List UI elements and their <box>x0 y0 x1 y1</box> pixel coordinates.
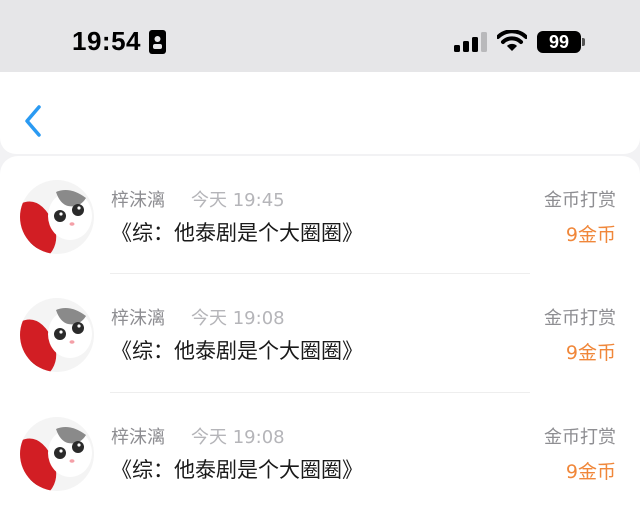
battery-cap <box>582 38 585 46</box>
cat-avatar-icon <box>20 180 94 254</box>
list-item[interactable]: 梓沫漓 今天 19:08 《综：他泰剧是个大圈圈》 金币打赏 9金币 <box>0 393 640 511</box>
reward-amount: 9金币 <box>565 461 616 483</box>
book-title: 《综：他泰剧是个大圈圈》 <box>111 458 363 482</box>
cat-avatar-icon <box>20 298 94 372</box>
cellular-signal-icon <box>454 32 487 52</box>
avatar[interactable] <box>20 180 94 254</box>
chevron-left-icon[interactable] <box>22 104 44 138</box>
list-item[interactable]: 梓沫漓 今天 19:45 《综：他泰剧是个大圈圈》 金币打赏 9金币 <box>0 156 640 274</box>
user-name: 梓沫漓 <box>111 427 165 448</box>
record-time: 今天 19:08 <box>191 427 285 448</box>
status-time: 19:54 <box>72 26 141 56</box>
reward-type-label: 金币打赏 <box>544 190 616 211</box>
status-bar: 19:54 99 <box>0 0 640 72</box>
battery-indicator: 99 <box>537 31 581 53</box>
book-title: 《综：他泰剧是个大圈圈》 <box>111 221 363 245</box>
reward-amount: 9金币 <box>565 342 616 364</box>
nav-bar <box>0 72 640 154</box>
reward-type-label: 金币打赏 <box>544 308 616 329</box>
wifi-icon <box>497 30 527 51</box>
reward-type-label: 金币打赏 <box>544 427 616 448</box>
list-item[interactable]: 梓沫漓 今天 19:08 《综：他泰剧是个大圈圈》 金币打赏 9金币 <box>0 274 640 392</box>
avatar[interactable] <box>20 417 94 491</box>
cat-avatar-icon <box>20 417 94 491</box>
record-time: 今天 19:45 <box>191 190 285 211</box>
reward-amount: 9金币 <box>565 224 616 246</box>
user-name: 梓沫漓 <box>111 308 165 329</box>
id-card-icon <box>149 30 166 54</box>
user-name: 梓沫漓 <box>111 190 165 211</box>
record-time: 今天 19:08 <box>191 308 285 329</box>
battery-level: 99 <box>548 32 570 52</box>
reward-list: 梓沫漓 今天 19:45 《综：他泰剧是个大圈圈》 金币打赏 9金币 梓沫漓 今… <box>0 156 640 516</box>
avatar[interactable] <box>20 298 94 372</box>
book-title: 《综：他泰剧是个大圈圈》 <box>111 339 363 363</box>
